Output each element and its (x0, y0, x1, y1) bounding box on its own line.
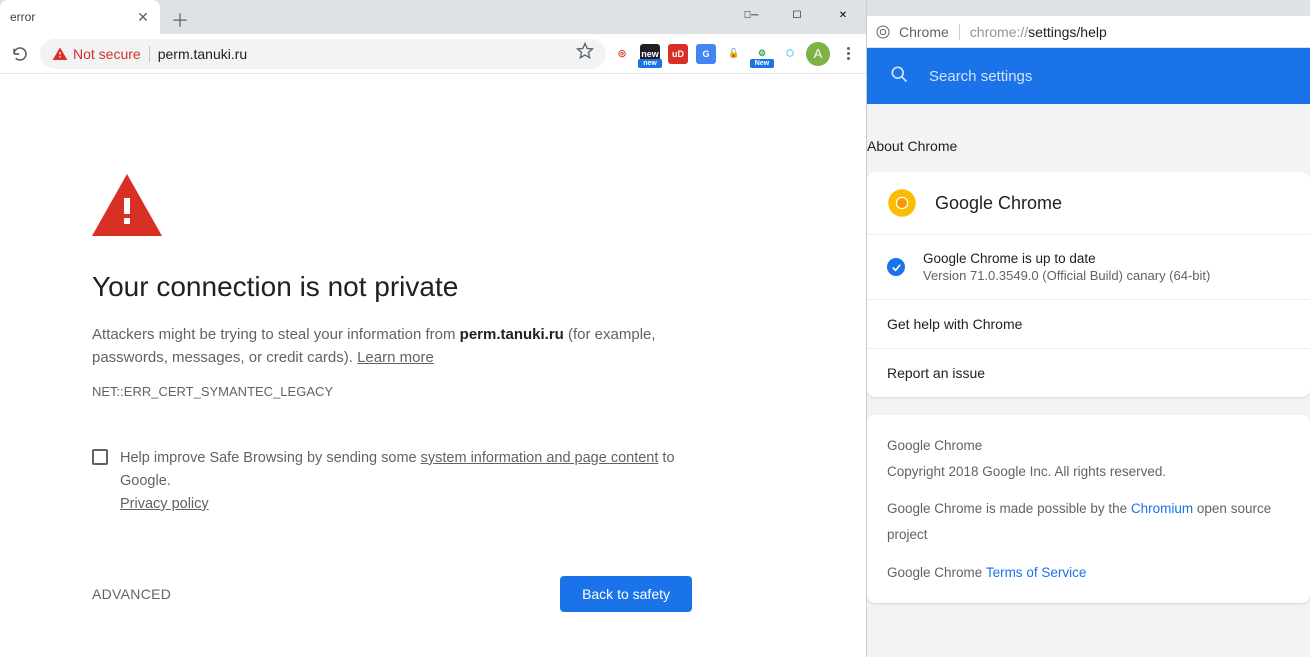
chrome-logo-icon (887, 188, 917, 218)
new-ext-icon-2[interactable]: ⚙New (752, 44, 772, 64)
settings-body: About Chrome Google Chrome Google Ch (867, 104, 1310, 657)
version-label: Version 71.0.3549.0 (Official Build) can… (923, 268, 1210, 283)
warning-triangle-icon (92, 174, 692, 241)
right-browser-window: Chrome chrome://settings/help About Chro… (867, 0, 1310, 657)
update-status-row: Google Chrome is up to date Version 71.0… (867, 234, 1310, 299)
left-browser-window: error ✕ ＋ ─ ☐ ✕ Not secure perm.tanuki.… (0, 0, 867, 657)
tab-close-icon[interactable]: ✕ (136, 10, 150, 24)
system-info-link[interactable]: system information and page content (421, 450, 659, 466)
ublock-icon[interactable]: uD (668, 44, 688, 64)
footer-chromium-line: Google Chrome is made possible by the Ch… (887, 496, 1290, 547)
about-header-row: Google Chrome (867, 172, 1310, 234)
adguard-icon[interactable]: ◎ (612, 44, 632, 64)
brand-label: Chrome (899, 24, 949, 40)
safe-browsing-optin: Help improve Safe Browsing by sending so… (92, 447, 692, 517)
toolbar: Not secure perm.tanuki.ru ◎ newnew uD G 🔓 ⚙Ne… (0, 34, 866, 74)
get-help-label: Get help with Chrome (887, 316, 1022, 332)
ssl-error-interstitial: Your connection is not private Attackers… (0, 74, 866, 657)
check-icon (887, 258, 905, 276)
omnibox[interactable]: Not secure perm.tanuki.ru (40, 39, 606, 69)
search-icon (889, 64, 909, 89)
omnibox-url: perm.tanuki.ru (158, 46, 247, 62)
url-scheme: chrome:// (970, 24, 1028, 40)
omnibox[interactable]: Chrome chrome://settings/help (867, 16, 1310, 48)
footer-copyright: Copyright 2018 Google Inc. All rights re… (887, 459, 1290, 485)
error-code: NET::ERR_CERT_SYMANTEC_LEGACY (92, 384, 692, 399)
bookmark-star-icon[interactable] (576, 42, 594, 65)
omnibox-divider (149, 46, 150, 62)
tab-strip (867, 0, 1310, 16)
security-label: Not secure (73, 46, 141, 62)
url-path: settings/help (1028, 24, 1107, 40)
settings-search-bar (867, 48, 1310, 104)
advanced-button[interactable]: ADVANCED (92, 586, 171, 602)
lock-open-icon[interactable]: 🔓 (724, 44, 744, 64)
product-name: Google Chrome (935, 193, 1062, 214)
omnibox-divider (959, 24, 960, 40)
new-ext-icon-1[interactable]: newnew (640, 44, 660, 64)
tab-privacy-error[interactable]: error ✕ (0, 0, 160, 34)
footer-tos-line: Google Chrome Terms of Service (887, 560, 1290, 586)
window-controls: ─ ☐ ✕ (728, 0, 866, 30)
box-icon[interactable]: ⬡ (780, 44, 800, 64)
warning-triangle-icon (52, 46, 68, 62)
uptodate-label: Google Chrome is up to date (923, 251, 1210, 266)
reload-button[interactable] (6, 40, 34, 68)
minimize-button[interactable]: ─ (728, 0, 774, 30)
report-issue-label: Report an issue (887, 365, 985, 381)
get-help-link[interactable]: Get help with Chrome (867, 299, 1310, 348)
new-tab-button[interactable]: ＋ (166, 6, 194, 34)
close-window-button[interactable]: ✕ (820, 0, 866, 30)
chrome-page-icon (875, 24, 891, 40)
back-to-safety-button[interactable]: Back to safety (560, 576, 692, 612)
maximize-button[interactable]: ☐ (774, 0, 820, 30)
about-footer-card: Google Chrome Copyright 2018 Google Inc.… (867, 415, 1310, 603)
translate-icon[interactable]: G (696, 44, 716, 64)
profile-avatar[interactable]: A (806, 42, 830, 66)
safe-browsing-checkbox[interactable] (92, 449, 108, 465)
tab-strip: error ✕ ＋ ─ ☐ ✕ (0, 0, 866, 34)
footer-product: Google Chrome (887, 433, 1290, 459)
learn-more-link[interactable]: Learn more (357, 349, 434, 366)
cb-pre: Help improve Safe Browsing by sending so… (120, 450, 421, 466)
body-host: perm.tanuki.ru (460, 326, 564, 343)
extension-icons: ◎ newnew uD G 🔓 ⚙New ⬡ (612, 44, 800, 64)
privacy-policy-link[interactable]: Privacy policy (120, 496, 209, 512)
about-chrome-card: Google Chrome Google Chrome is up to dat… (867, 172, 1310, 397)
settings-search-input[interactable] (929, 68, 1288, 85)
chrome-menu-button[interactable] (836, 47, 860, 60)
tos-link[interactable]: Terms of Service (986, 565, 1087, 580)
interstitial-body: Attackers might be trying to steal your … (92, 323, 692, 370)
chromium-link[interactable]: Chromium (1131, 501, 1193, 516)
report-issue-link[interactable]: Report an issue (867, 348, 1310, 397)
section-title: About Chrome (867, 138, 1310, 154)
body-pre: Attackers might be trying to steal your … (92, 326, 460, 343)
security-chip[interactable]: Not secure (52, 46, 141, 62)
interstitial-heading: Your connection is not private (92, 271, 692, 303)
tab-title: error (10, 10, 136, 24)
